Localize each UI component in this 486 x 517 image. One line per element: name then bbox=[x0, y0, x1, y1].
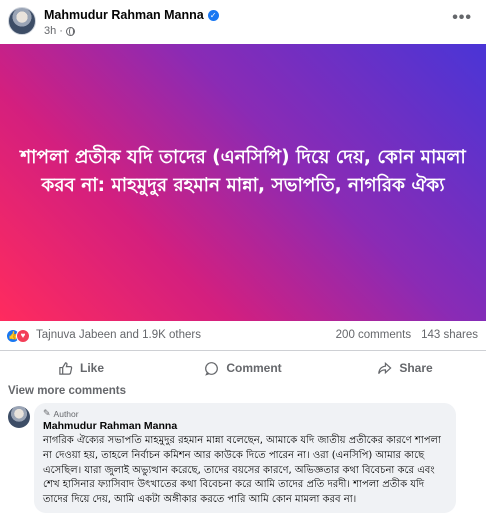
comment-author[interactable]: Mahmudur Rahman Manna bbox=[43, 420, 447, 432]
post-actions: Like Comment Share bbox=[0, 352, 486, 384]
comment-text: নাগরিক ঐক্যের সভাপতি মাহমুদুর রহমান মান্… bbox=[43, 435, 441, 506]
like-label: Like bbox=[79, 361, 104, 375]
view-more-comments-link[interactable]: View more comments bbox=[8, 385, 126, 397]
post-meta: 3h · bbox=[44, 25, 75, 37]
post-card: Mahmudur Rahman Manna ✓ 3h · ••• শাপলা প… bbox=[0, 0, 486, 517]
share-icon bbox=[378, 361, 392, 374]
globe-icon bbox=[65, 26, 75, 36]
comment-icon bbox=[205, 361, 219, 376]
post-time[interactable]: 3h bbox=[44, 25, 56, 37]
thumbs-up-icon bbox=[59, 361, 73, 375]
comment-count[interactable]: 200 comments bbox=[336, 329, 411, 341]
love-reaction-icon: ♥ bbox=[16, 329, 30, 343]
verified-badge-icon: ✓ bbox=[207, 9, 219, 21]
share-count[interactable]: 143 shares bbox=[421, 329, 478, 341]
stat-counts: 200 comments 143 shares bbox=[336, 329, 478, 341]
author-badge-label: Author bbox=[53, 408, 79, 419]
commenter-avatar[interactable] bbox=[8, 406, 30, 428]
author-name-row: Mahmudur Rahman Manna ✓ bbox=[44, 8, 219, 22]
pencil-icon: ✎ bbox=[43, 408, 51, 418]
meta-separator: · bbox=[59, 25, 63, 37]
more-options-icon[interactable]: ••• bbox=[452, 9, 472, 27]
post-header: Mahmudur Rahman Manna ✓ 3h · ••• bbox=[0, 0, 486, 44]
share-label: Share bbox=[399, 361, 433, 375]
like-button[interactable]: Like bbox=[0, 352, 162, 384]
author-name[interactable]: Mahmudur Rahman Manna bbox=[44, 8, 204, 22]
share-button[interactable]: Share bbox=[324, 352, 486, 384]
comment-label: Comment bbox=[226, 361, 282, 375]
comment-bubble: ✎ Author Mahmudur Rahman Manna নাগরিক ঐক… bbox=[34, 403, 456, 513]
reaction-icons[interactable]: 👍 ♥ bbox=[6, 329, 30, 343]
author-badge: ✎ Author bbox=[43, 408, 447, 419]
post-banner[interactable]: শাপলা প্রতীক যদি তাদের (এনসিপি) দিয়ে দে… bbox=[0, 44, 486, 321]
comment-button[interactable]: Comment bbox=[162, 352, 324, 384]
post-stats: 👍 ♥ Tajnuva Jabeen and 1.9K others 200 c… bbox=[0, 321, 486, 351]
reaction-count[interactable]: Tajnuva Jabeen and 1.9K others bbox=[36, 329, 201, 341]
author-avatar[interactable] bbox=[8, 7, 36, 35]
banner-text: শাপলা প্রতীক যদি তাদের (এনসিপি) দিয়ে দে… bbox=[20, 147, 466, 196]
